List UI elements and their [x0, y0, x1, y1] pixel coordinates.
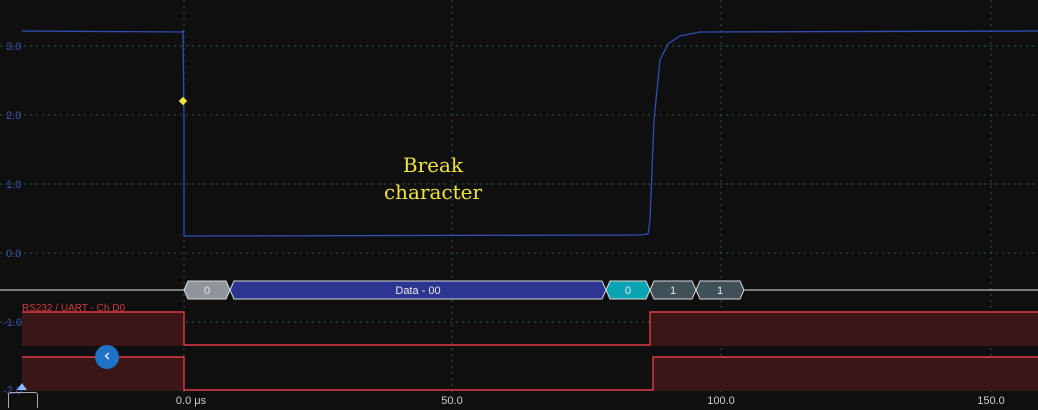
frame-text: Data - 00 — [395, 285, 440, 297]
y-tick-label: -1.0 — [3, 317, 22, 329]
decoder-channel-label: RS232 / UART - Ch D0 — [22, 303, 126, 314]
chevron-left-icon[interactable]: ‹ — [95, 345, 119, 369]
frame-text: 1 — [717, 285, 723, 297]
oscilloscope-view: 3.0 2.0 1.0 0.0 -1.0 -2.0 0 Data - 00 0 … — [0, 0, 1038, 407]
decoder-frame-stop-bit[interactable]: 1 — [695, 280, 745, 300]
decoder-frame-parity[interactable]: 0 — [605, 280, 651, 300]
ruler-marker-icon[interactable] — [8, 392, 38, 408]
annotation-line: character — [383, 180, 483, 204]
annotation-line: Break — [402, 153, 464, 177]
y-tick-label: 1.0 — [6, 179, 21, 191]
decoder-frame-stop-bit[interactable]: 1 — [649, 280, 697, 300]
time-tick-label: 100.0 — [707, 395, 735, 407]
time-tick-label: 50.0 — [441, 395, 462, 407]
decoder-frame-start-bit[interactable]: 0 — [183, 280, 231, 300]
analog-waveform — [21, 29, 1038, 237]
frame-text: 0 — [625, 285, 631, 297]
time-tick-label: 0.0 μs — [176, 395, 207, 407]
break-character-annotation: Break character — [368, 152, 498, 206]
time-tick-label: 150.0 — [977, 395, 1005, 407]
y-tick-label: 0.0 — [6, 248, 21, 260]
digital-trace-d0 — [22, 311, 1038, 346]
decoder-frames: 0 Data - 00 0 1 1 — [183, 280, 745, 300]
y-axis: 3.0 2.0 1.0 0.0 -1.0 -2.0 — [3, 41, 22, 397]
decoder-frame-data[interactable]: Data - 00 — [229, 280, 607, 300]
y-tick-label: 2.0 — [6, 110, 21, 122]
frame-text: 1 — [670, 285, 676, 297]
trigger-marker[interactable] — [178, 96, 188, 106]
y-tick-label: 3.0 — [6, 41, 21, 53]
digital-trace-d1 — [22, 356, 1038, 391]
time-axis: 0.0 μs 50.0 100.0 150.0 — [176, 395, 1005, 407]
ruler-marker-tip[interactable] — [17, 383, 27, 390]
frame-text: 0 — [204, 285, 210, 297]
